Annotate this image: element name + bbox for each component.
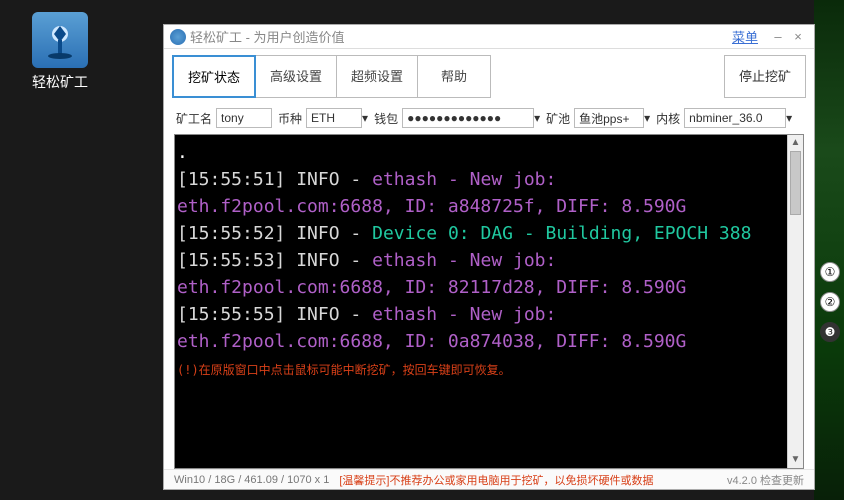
app-logo-icon [32,12,88,68]
tab-advanced-settings[interactable]: 高级设置 [255,55,337,98]
scroll-down-icon[interactable]: ▼ [788,452,803,468]
miner-name-label: 矿工名 [176,110,212,127]
kernel-select[interactable] [684,108,786,128]
chevron-down-icon[interactable]: ▾ [786,111,792,125]
chevron-down-icon[interactable]: ▾ [644,111,650,125]
annotation-badge-2: ② [820,292,840,312]
tab-mining-status[interactable]: 挖矿状态 [172,55,256,98]
chevron-down-icon[interactable]: ▾ [362,111,368,125]
kernel-label: 内核 [656,110,680,127]
titlebar: 轻松矿工 - 为用户创造价值 菜单 – × [164,25,814,49]
annotation-badge-1: ① [820,262,840,282]
status-tip: [温馨提示]不推荐办公或家用电脑用于挖矿，以免损坏硬件或数据 [339,472,653,488]
desktop-shortcut-label: 轻松矿工 [20,72,100,92]
app-icon [170,29,186,45]
miner-name-input[interactable] [216,108,272,128]
background-strip: ① ② ❸ [814,0,844,500]
tab-help[interactable]: 帮助 [417,55,491,98]
console-area: .[15:55:51] INFO - ethash - New job: eth… [174,134,804,469]
scroll-up-icon[interactable]: ▲ [788,135,803,151]
pool-label: 矿池 [546,110,570,127]
coin-select[interactable] [306,108,362,128]
console-output: .[15:55:51] INFO - ethash - New job: eth… [175,135,787,468]
tab-overclock-settings[interactable]: 超频设置 [336,55,418,98]
app-window: 轻松矿工 - 为用户创造价值 菜单 – × 挖矿状态 高级设置 超频设置 帮助 … [163,24,815,490]
window-title: 轻松矿工 - 为用户创造价值 [190,27,345,46]
annotation-badge-3: ❸ [820,322,840,342]
coin-label: 币种 [278,110,302,127]
version-check-update[interactable]: v4.2.0 检查更新 [727,472,804,488]
scroll-thumb[interactable] [790,151,801,215]
config-bar: 矿工名 币种 ▾ 钱包 ▾ 矿池 ▾ 内核 ▾ [164,104,814,134]
desktop-shortcut[interactable]: 轻松矿工 [20,12,100,92]
tab-bar: 挖矿状态 高级设置 超频设置 帮助 停止挖矿 [164,49,814,104]
close-button[interactable]: × [788,29,808,44]
wallet-select[interactable] [402,108,534,128]
stop-mining-button[interactable]: 停止挖矿 [724,55,806,98]
wallet-label: 钱包 [374,110,398,127]
status-bar: Win10 / 18G / 461.09 / 1070 x 1 [温馨提示]不推… [164,469,814,489]
menu-link[interactable]: 菜单 [732,27,758,46]
pool-select[interactable] [574,108,644,128]
system-info: Win10 / 18G / 461.09 / 1070 x 1 [174,474,329,486]
minimize-button[interactable]: – [768,29,788,44]
console-scrollbar[interactable]: ▲ ▼ [787,135,803,468]
chevron-down-icon[interactable]: ▾ [534,111,540,125]
